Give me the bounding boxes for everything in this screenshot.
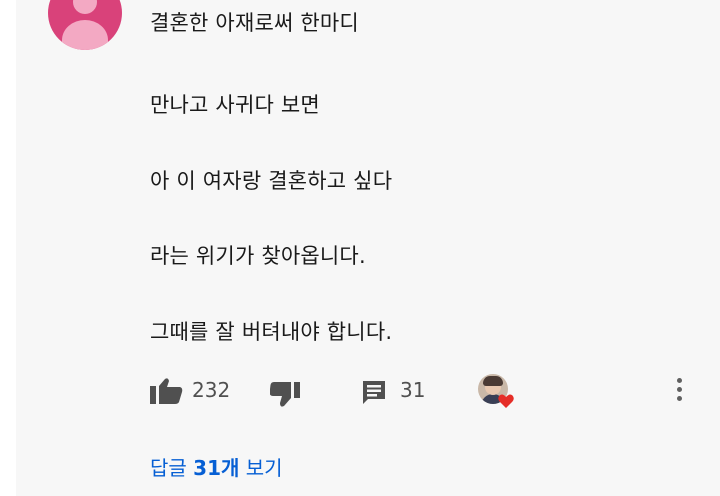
avatar-head bbox=[73, 0, 97, 14]
view-replies-link[interactable]: 답글 31개 보기 bbox=[150, 452, 283, 481]
comment-line: 그때를 잘 버텨내야 합니다. bbox=[150, 320, 393, 344]
replies-suffix: 보기 bbox=[239, 456, 283, 480]
comment-icon[interactable] bbox=[362, 380, 386, 404]
creator-avatar-hair bbox=[483, 376, 503, 386]
comment-line: 만나고 사귀다 보면 bbox=[150, 93, 320, 117]
replies-count: 31개 bbox=[193, 456, 240, 480]
reply-count: 31 bbox=[400, 378, 426, 402]
more-vertical-icon[interactable] bbox=[672, 378, 686, 408]
comment-line: 라는 위기가 찾아옵니다. bbox=[150, 244, 366, 268]
comment-card bbox=[16, 0, 720, 496]
replies-prefix: 답글 bbox=[150, 456, 194, 480]
comment-line: 결혼한 아재로써 한마디 bbox=[150, 11, 359, 35]
avatar-shoulders bbox=[62, 20, 108, 50]
heart-icon bbox=[498, 394, 514, 408]
thumbs-down-icon[interactable] bbox=[270, 382, 300, 408]
comment-line: 아 이 여자랑 결혼하고 싶다 bbox=[150, 169, 393, 193]
like-count: 232 bbox=[192, 378, 231, 402]
thumbs-up-icon[interactable] bbox=[150, 378, 184, 404]
